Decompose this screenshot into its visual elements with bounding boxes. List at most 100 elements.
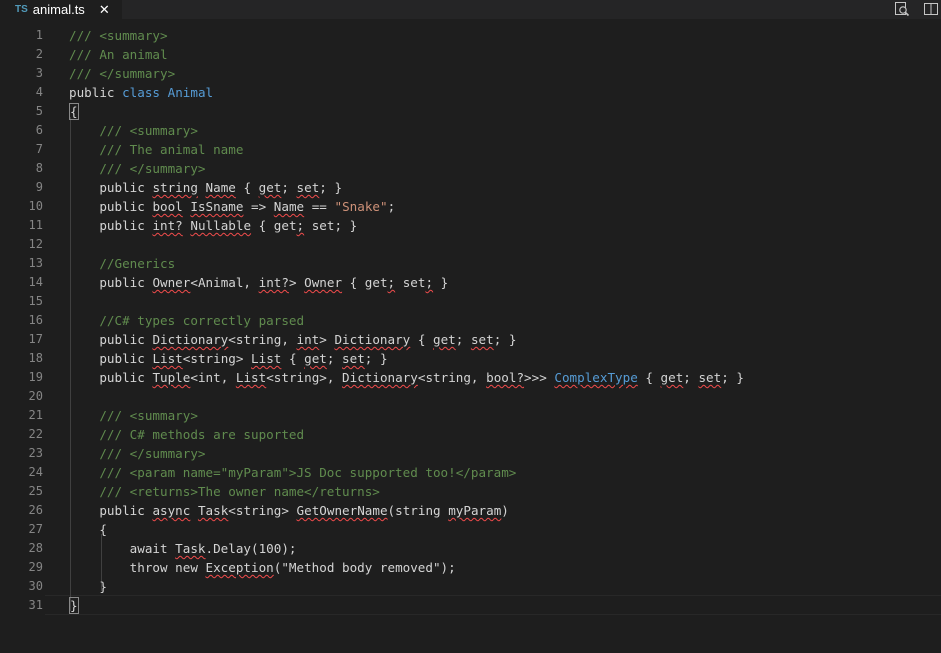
code-line[interactable]: 5{ [0,102,941,121]
code-line[interactable]: 15 [0,292,941,311]
line-number: 12 [28,237,43,251]
line-number: 3 [35,66,43,80]
line-code: { [69,520,107,539]
code-token: public [69,85,115,100]
line-number: 5 [35,104,43,118]
comment-token: //C# types correctly parsed [99,313,305,328]
code-line[interactable]: 29 throw new Exception("Method body remo… [0,558,941,577]
code-line[interactable]: 6 /// <summary> [0,121,941,140]
tab-animal-ts[interactable]: TS animal.ts ✕ [0,0,122,19]
line-code: } [69,577,107,596]
code-token: ; [425,275,434,290]
code-line[interactable]: 12 [0,235,941,254]
code-token: int? [152,218,183,233]
line-number: 30 [28,579,43,593]
code-token: <Animal, [190,275,259,290]
code-token: > [319,332,335,347]
code-editor[interactable]: 1 /// <summary> 2 /// An animal 3 /// </summa… [0,19,941,653]
code-token: <string, [417,370,487,385]
code-line[interactable]: 24 /// <param name="myParam">JS Doc supp… [0,463,941,482]
code-line[interactable]: 23 /// </summary> [0,444,941,463]
comment-token: //Generics [99,256,176,271]
line-code: await Task.Delay(100); [69,539,297,558]
code-token: IsSname [190,199,244,214]
code-line[interactable]: 28 await Task.Delay(100); [0,539,941,558]
code-token: => [243,199,274,214]
code-line[interactable]: 16 //C# types correctly parsed [0,311,941,330]
code-line[interactable]: 21 /// <summary> [0,406,941,425]
line-code: /// <returns>The owner name</returns> [69,482,380,501]
code-line[interactable]: 19 public Tuple<int, List<string>, Dicti… [0,368,941,387]
code-token: ; [281,180,297,195]
code-line[interactable]: 25 /// <returns>The owner name</returns> [0,482,941,501]
code-line[interactable]: 17 public Dictionary<string, int> Dictio… [0,330,941,349]
line-number: 1 [35,28,43,42]
code-token: ; [326,351,343,366]
code-token: { get [251,218,297,233]
open-changes-icon[interactable] [894,1,910,17]
line-code: /// <param name="myParam">JS Doc support… [69,463,516,482]
line-code: /// </summary> [69,159,205,178]
code-line[interactable]: 26 public async Task<string> GetOwnerNam… [0,501,941,520]
code-token: await [129,541,176,556]
code-line[interactable]: 27 { [0,520,941,539]
line-code: public async Task<string> GetOwnerName(s… [69,501,509,520]
code-line[interactable]: 31} [0,596,941,615]
code-line[interactable]: 30 } [0,577,941,596]
line-number: 15 [28,294,43,308]
code-token: public [99,351,145,366]
code-line[interactable]: 22 /// C# methods are suported [0,425,941,444]
code-token: { [637,370,661,385]
code-token: ComplexType [554,370,638,385]
code-token: { get [342,275,388,290]
code-token: { [281,351,305,366]
code-token: <string> [182,351,252,366]
code-line[interactable]: 4 public class Animal [0,83,941,102]
code-token: bool [152,199,183,214]
code-token: { [235,180,259,195]
comment-token: /// <param name="myParam">JS Doc support… [99,465,517,480]
split-editor-icon[interactable] [923,1,939,17]
code-line[interactable]: 8 /// </summary> [0,159,941,178]
code-line[interactable]: 1 /// <summary> [0,26,941,45]
code-token: { [99,522,107,537]
code-line[interactable]: 11 public int? Nullable { get; set; } [0,216,941,235]
line-number: 23 [28,446,43,460]
code-token: ; } [493,332,517,347]
comment-token: /// <summary> [99,408,198,423]
code-line[interactable]: 14 public Owner<Animal, int?> Owner { ge… [0,273,941,292]
code-line[interactable]: 20 [0,387,941,406]
code-token: } [99,579,107,594]
line-code: public Owner<Animal, int?> Owner { get; … [69,273,448,292]
line-number: 7 [35,142,43,156]
line-code: //Generics [69,254,175,273]
line-code: /// </summary> [69,64,175,83]
line-number: 24 [28,465,43,479]
code-token: ; } [364,351,388,366]
code-line[interactable]: 3 /// </summary> [0,64,941,83]
code-line[interactable]: 10 public bool IsSname => Name == "Snake… [0,197,941,216]
code-token: > [288,275,305,290]
code-token: ; [296,218,305,233]
close-icon[interactable]: ✕ [99,2,110,18]
code-line[interactable]: 7 /// The animal name [0,140,941,159]
code-line[interactable]: 18 public List<string> List { get; set; … [0,349,941,368]
line-number: 6 [35,123,43,137]
comment-token: /// An animal [69,47,168,62]
code-line[interactable]: 13 //Generics [0,254,941,273]
code-line[interactable]: 9 public string Name { get; set; } [0,178,941,197]
tab-bar: TS animal.ts ✕ [0,0,941,19]
code-token: Name [273,199,305,214]
line-number: 27 [28,522,43,536]
line-number: 20 [28,389,43,403]
code-line[interactable]: 2 /// An animal [0,45,941,64]
code-token: Tuple [152,370,191,385]
code-token: <string>, [266,370,343,385]
